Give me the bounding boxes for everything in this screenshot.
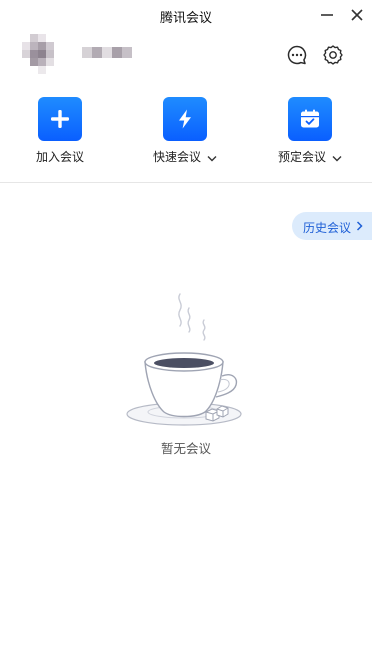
schedule-meeting-button[interactable]: 预定会议: [270, 97, 350, 165]
quick-meeting-tile[interactable]: [163, 97, 207, 141]
message-button[interactable]: [286, 44, 308, 66]
section-divider: [0, 182, 372, 183]
history-meetings-button[interactable]: 历史会议: [292, 212, 372, 240]
close-icon: [351, 9, 363, 21]
window-title: 腾讯会议: [159, 11, 212, 26]
plus-icon: [51, 110, 69, 128]
chevron-down-icon[interactable]: [332, 151, 342, 165]
history-meetings-label: 历史会议: [303, 221, 352, 235]
lightning-icon: [179, 109, 191, 129]
close-button[interactable]: [348, 6, 366, 24]
empty-state-text: 暂无会议: [160, 441, 211, 456]
gear-icon: [323, 45, 343, 65]
join-meeting-label: 加入会议: [35, 150, 84, 164]
title-bar: 腾讯会议: [0, 0, 372, 30]
settings-button[interactable]: [322, 44, 344, 66]
coffee-cup-illustration: [120, 290, 250, 430]
avatar[interactable]: [22, 34, 72, 74]
quick-meeting-label: 快速会议: [152, 150, 201, 164]
schedule-meeting-label: 预定会议: [277, 150, 326, 164]
chevron-down-icon[interactable]: [207, 151, 217, 165]
minimize-button[interactable]: [318, 6, 336, 24]
chevron-right-icon: [356, 221, 363, 231]
nickname: [82, 47, 132, 58]
schedule-meeting-tile[interactable]: [288, 97, 332, 141]
minimize-icon: [321, 14, 333, 16]
join-meeting-button[interactable]: 加入会议: [20, 97, 100, 165]
calendar-icon: [301, 109, 319, 128]
coffee-cup-icon: [126, 293, 242, 426]
user-profile[interactable]: [22, 34, 137, 74]
quick-meeting-button[interactable]: 快速会议: [145, 97, 225, 165]
join-meeting-tile[interactable]: [38, 97, 82, 141]
chat-bubble-icon: [287, 45, 307, 65]
